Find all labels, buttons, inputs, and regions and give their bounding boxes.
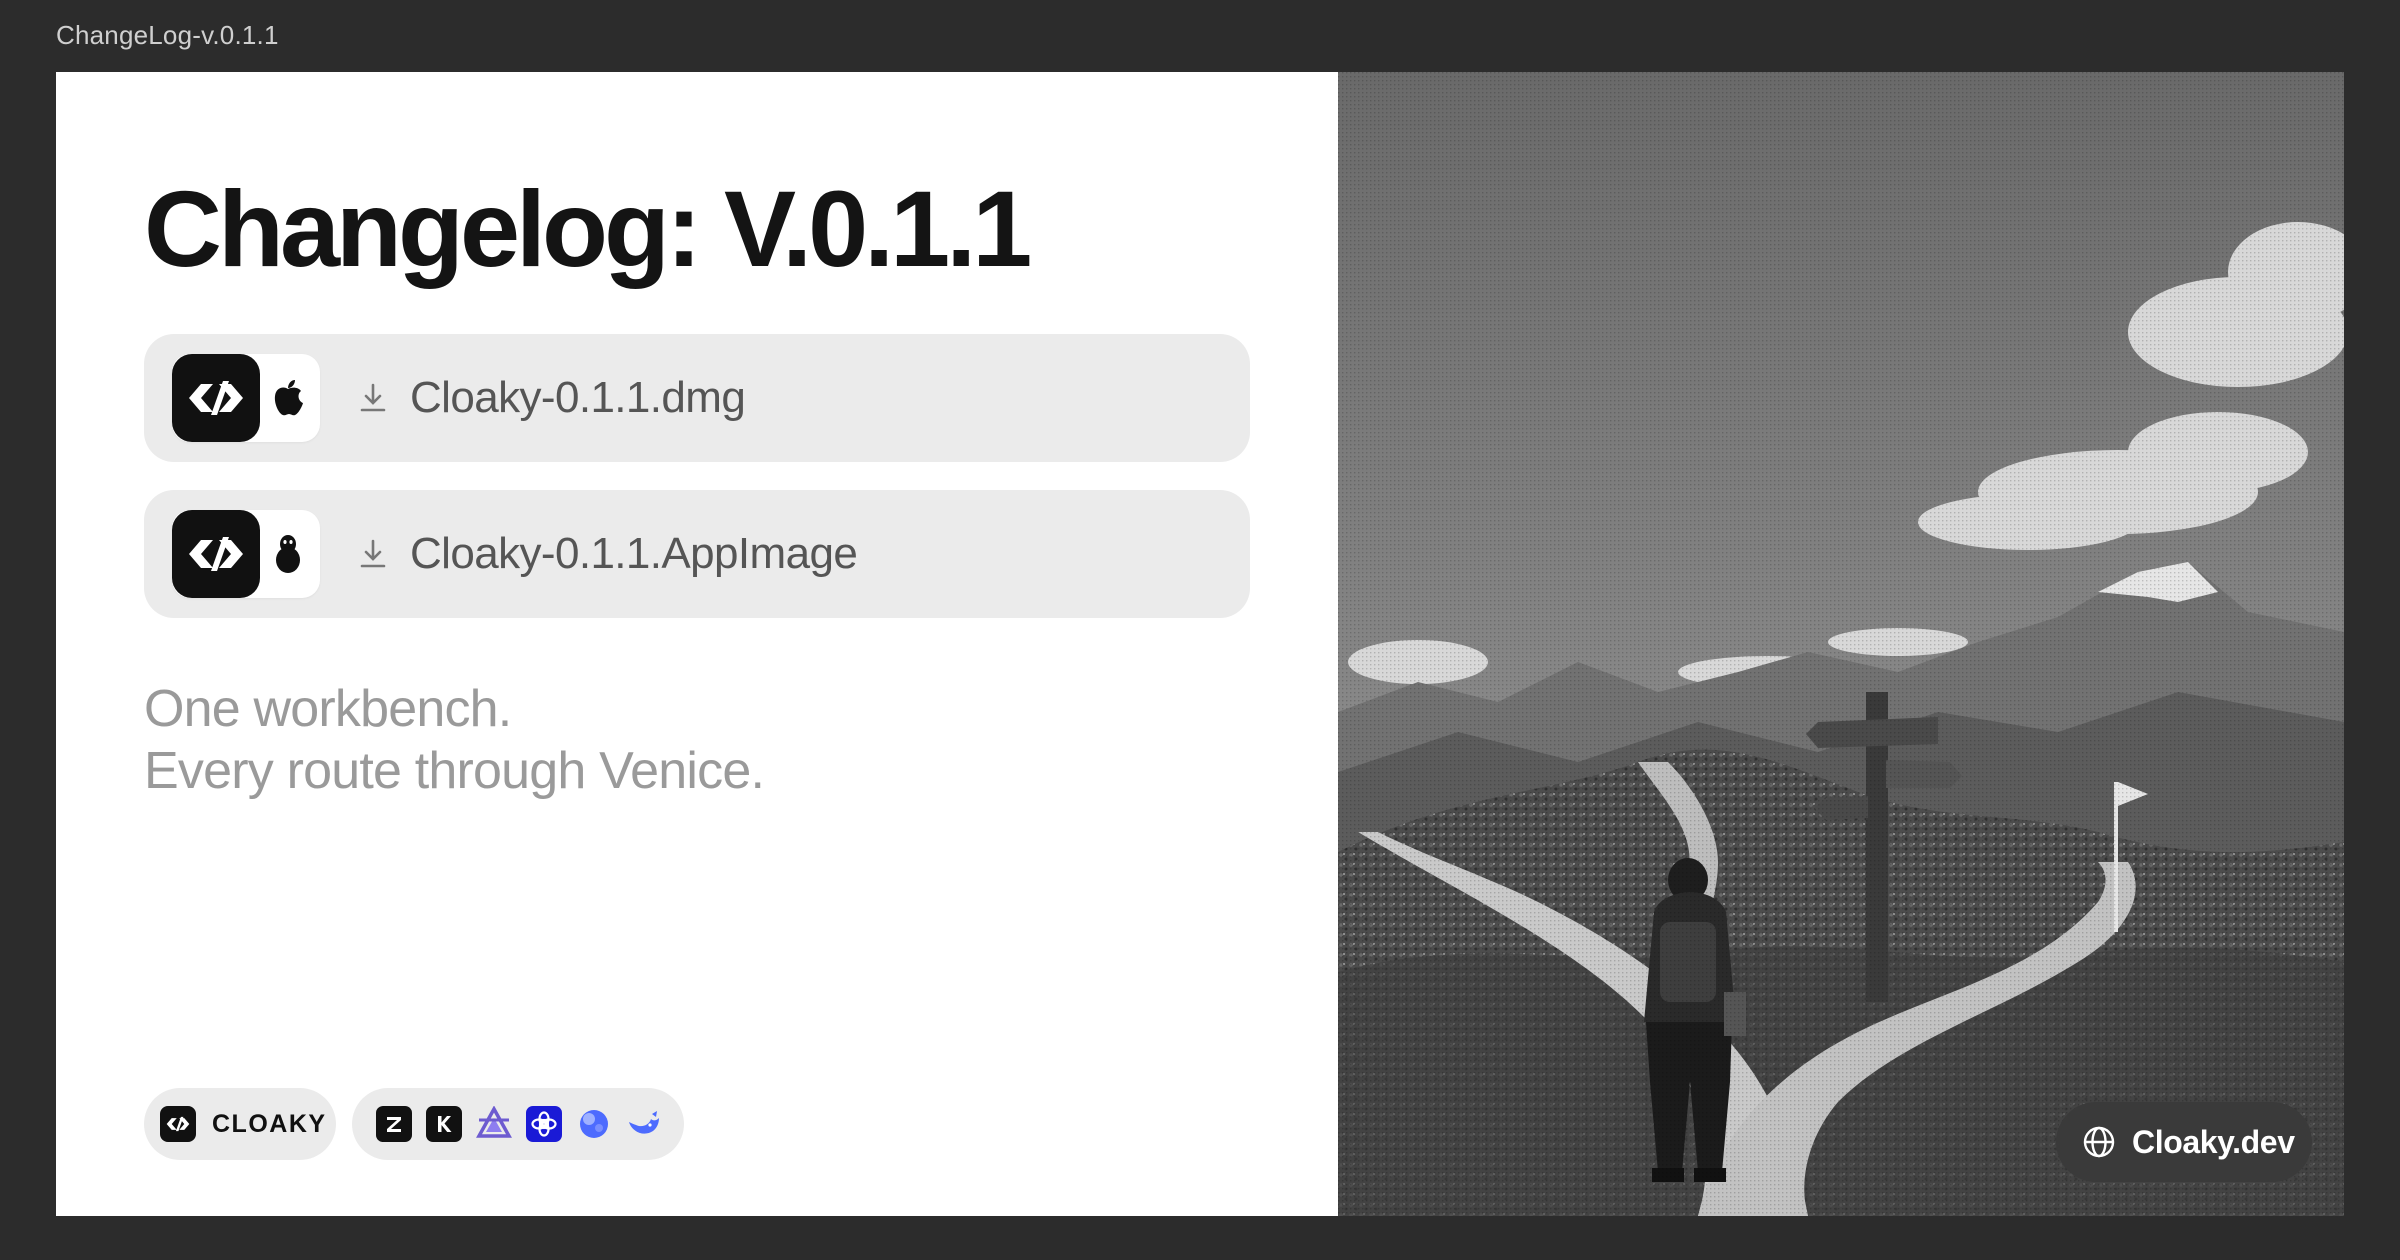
provider-icons xyxy=(352,1088,684,1160)
openai-icon xyxy=(526,1106,562,1142)
download-appimage-button[interactable]: Cloaky-0.1.1.AppImage xyxy=(144,490,1250,618)
hero-illustration: Cloaky.dev xyxy=(1338,72,2344,1216)
tagline-line-1: One workbench. xyxy=(144,680,512,738)
deepseek-whale-icon xyxy=(626,1106,662,1142)
globe-icon xyxy=(2083,1126,2115,1158)
hiker-at-crossroads-image xyxy=(1338,72,2344,1216)
cloaky-logo-icon xyxy=(160,1106,196,1142)
window-title: ChangeLog-v.0.1.1 xyxy=(56,20,279,50)
download-filename: Cloaky-0.1.1.AppImage xyxy=(410,529,858,578)
z-provider-icon xyxy=(376,1106,412,1142)
cloaky-logo-icon xyxy=(172,354,260,442)
blob-provider-icon xyxy=(576,1106,612,1142)
download-filename: Cloaky-0.1.1.dmg xyxy=(410,373,746,422)
download-icon xyxy=(360,539,386,568)
website-label: Cloaky.dev xyxy=(2132,1123,2295,1160)
apple-icon xyxy=(264,372,312,424)
tagline-line-2: Every route through Venice. xyxy=(144,742,765,800)
cloaky-logo-icon xyxy=(172,510,260,598)
page-title: Changelog: V.0.1.1 xyxy=(144,168,1032,289)
changelog-card: Changelog: V.0.1.1 Cloaky-0.1.1.dmg Cloa… xyxy=(56,72,2344,1216)
app-platform-chip xyxy=(172,510,320,598)
left-panel: Changelog: V.0.1.1 Cloaky-0.1.1.dmg Cloa… xyxy=(56,72,1338,1216)
download-dmg-button[interactable]: Cloaky-0.1.1.dmg xyxy=(144,334,1250,462)
triangle-provider-icon xyxy=(476,1106,512,1142)
app-platform-chip xyxy=(172,354,320,442)
linux-icon xyxy=(264,528,312,580)
brand-name: CLOAKY xyxy=(212,1109,327,1138)
website-link[interactable]: Cloaky.dev xyxy=(2056,1102,2312,1182)
k-provider-icon xyxy=(426,1106,462,1142)
download-icon xyxy=(360,383,386,412)
tagline: One workbench. Every route through Venic… xyxy=(144,678,765,802)
brand-badge[interactable]: CLOAKY xyxy=(144,1088,336,1160)
